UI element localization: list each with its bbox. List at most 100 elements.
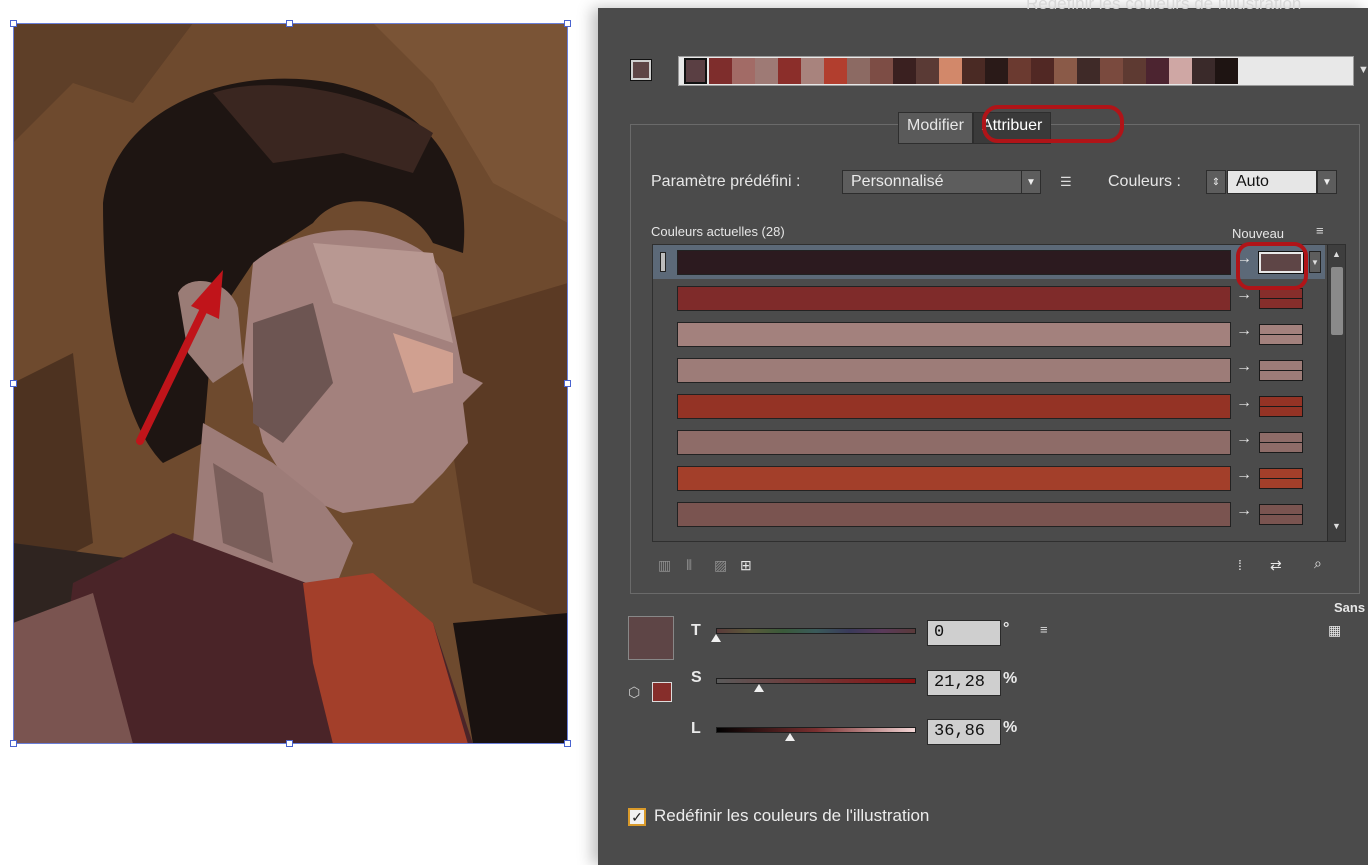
assign-arrow-icon[interactable]: →	[1236, 430, 1252, 448]
preset-options-icon[interactable]: ☰	[1060, 174, 1072, 190]
harmony-color-cell[interactable]	[778, 58, 801, 84]
scroll-up-icon[interactable]: ▲	[1332, 249, 1341, 259]
color-row[interactable]: → ▼	[653, 245, 1325, 279]
harmony-color-cell[interactable]	[985, 58, 1008, 84]
preset-dropdown[interactable]: Personnalisé	[842, 170, 1022, 194]
selection-handle-right[interactable]	[564, 380, 571, 387]
new-color-swatch[interactable]	[1259, 504, 1303, 525]
gamut-color-swatch[interactable]	[652, 682, 672, 702]
harmony-color-cell[interactable]	[916, 58, 939, 84]
colors-dropdown-arrow-icon[interactable]: ▼	[1317, 170, 1337, 194]
harmony-color-cell[interactable]	[709, 58, 732, 84]
color-row[interactable]: →	[653, 317, 1325, 351]
harmony-color-cell[interactable]	[824, 58, 847, 84]
assign-arrow-icon[interactable]: →	[1236, 394, 1252, 412]
harmony-color-cell[interactable]	[1123, 58, 1146, 84]
selection-handle-top-right[interactable]	[564, 20, 571, 27]
harmony-color-cell[interactable]	[1100, 58, 1123, 84]
lightness-slider-thumb[interactable]	[784, 733, 795, 741]
assign-arrow-icon[interactable]: →	[1236, 322, 1252, 340]
harmony-color-cell[interactable]	[893, 58, 916, 84]
harmony-color-cell[interactable]	[755, 58, 778, 84]
hue-slider-thumb[interactable]	[711, 634, 721, 642]
current-color-bar[interactable]	[677, 466, 1231, 491]
current-color-bar[interactable]	[677, 250, 1231, 275]
tab-attribuer[interactable]: Attribuer	[972, 112, 1052, 144]
exclude-colors-icon[interactable]: ▨	[714, 557, 727, 574]
assign-arrow-icon[interactable]: →	[1236, 466, 1252, 484]
drag-grip-icon[interactable]	[660, 252, 666, 272]
selection-handle-bottom[interactable]	[286, 740, 293, 747]
assign-arrow-icon[interactable]: →	[1236, 286, 1252, 304]
hue-slider[interactable]	[716, 628, 916, 634]
new-color-swatch[interactable]	[1259, 252, 1303, 273]
new-color-swatch[interactable]	[1259, 288, 1303, 309]
harmony-color-cell[interactable]	[847, 58, 870, 84]
harmony-color-cell[interactable]	[962, 58, 985, 84]
saturation-value-field[interactable]: 21,28	[927, 670, 1001, 696]
hue-value-field[interactable]: 0	[927, 620, 1001, 646]
color-row[interactable]: →	[653, 425, 1325, 459]
saturation-slider-thumb[interactable]	[753, 684, 764, 692]
color-row[interactable]: →	[653, 389, 1325, 423]
new-color-swatch[interactable]	[1259, 432, 1303, 453]
out-of-gamut-icon[interactable]: ⬡	[628, 684, 640, 701]
scroll-thumb[interactable]	[1331, 267, 1343, 335]
assign-arrow-icon[interactable]: →	[1236, 502, 1252, 520]
new-color-swatch[interactable]	[1259, 360, 1303, 381]
colors-count-field[interactable]: Auto	[1227, 170, 1317, 194]
color-library-icon[interactable]: ▦	[1328, 622, 1341, 639]
harmony-color-cell[interactable]	[870, 58, 893, 84]
preset-dropdown-arrow-icon[interactable]: ▼	[1021, 170, 1041, 194]
color-row[interactable]: →	[653, 497, 1325, 531]
harmony-color-strip[interactable]	[678, 56, 1354, 86]
new-color-dropdown-icon[interactable]: ▼	[1309, 251, 1321, 273]
new-color-swatch[interactable]	[1259, 324, 1303, 345]
separate-colors-icon[interactable]: ⦀	[686, 557, 692, 574]
current-color-bar[interactable]	[677, 394, 1231, 419]
current-color-bar[interactable]	[677, 502, 1231, 527]
recolor-artwork-checkbox[interactable]: ✓	[628, 808, 646, 826]
current-color-bar[interactable]	[677, 430, 1231, 455]
artwork-canvas[interactable]	[13, 23, 568, 744]
selected-color-preview[interactable]	[628, 616, 674, 660]
new-color-swatch[interactable]	[1259, 468, 1303, 489]
lightness-value-field[interactable]: 36,86	[927, 719, 1001, 745]
list-options-icon[interactable]: ≡	[1316, 223, 1324, 238]
harmony-color-cell[interactable]	[801, 58, 824, 84]
scroll-down-icon[interactable]: ▼	[1332, 521, 1341, 531]
tab-modifier[interactable]: Modifier	[898, 112, 973, 144]
colors-stepper-icon[interactable]: ⇕	[1206, 170, 1226, 194]
color-row[interactable]: →	[653, 353, 1325, 387]
new-color-swatch[interactable]	[1259, 396, 1303, 417]
harmony-color-cell[interactable]	[1169, 58, 1192, 84]
harmony-color-cell[interactable]	[1054, 58, 1077, 84]
harmony-color-cell[interactable]	[1192, 58, 1215, 84]
harmony-color-cell[interactable]	[1008, 58, 1031, 84]
selection-handle-bottom-left[interactable]	[10, 740, 17, 747]
color-mode-menu-icon[interactable]: ≡	[1040, 622, 1048, 637]
find-color-icon[interactable]: ⌕	[1314, 555, 1322, 572]
harmony-color-cell[interactable]	[1077, 58, 1100, 84]
harmony-color-cell[interactable]	[939, 58, 962, 84]
harmony-color-cell[interactable]	[1215, 58, 1238, 84]
strip-dropdown-icon[interactable]: ▼	[1358, 64, 1368, 76]
random-order-icon[interactable]: ⁞	[1238, 557, 1242, 573]
harmony-color-cell[interactable]	[1031, 58, 1054, 84]
harmony-color-cell[interactable]	[1146, 58, 1169, 84]
selection-handle-top-left[interactable]	[10, 20, 17, 27]
new-row-icon[interactable]: ⊞	[740, 557, 752, 574]
current-color-bar[interactable]	[677, 358, 1231, 383]
selection-handle-bottom-right[interactable]	[564, 740, 571, 747]
assign-arrow-icon[interactable]: →	[1236, 250, 1252, 268]
harmony-color-cell[interactable]	[684, 58, 707, 84]
list-scrollbar[interactable]: ▲ ▼	[1327, 245, 1345, 541]
active-color-swatch[interactable]	[630, 59, 652, 81]
color-row[interactable]: →	[653, 281, 1325, 315]
color-row[interactable]: →	[653, 461, 1325, 495]
assign-arrow-icon[interactable]: →	[1236, 358, 1252, 376]
current-color-bar[interactable]	[677, 286, 1231, 311]
current-color-bar[interactable]	[677, 322, 1231, 347]
merge-colors-icon[interactable]: ▥	[658, 557, 671, 574]
random-saturation-icon[interactable]: ⇄	[1270, 557, 1282, 574]
